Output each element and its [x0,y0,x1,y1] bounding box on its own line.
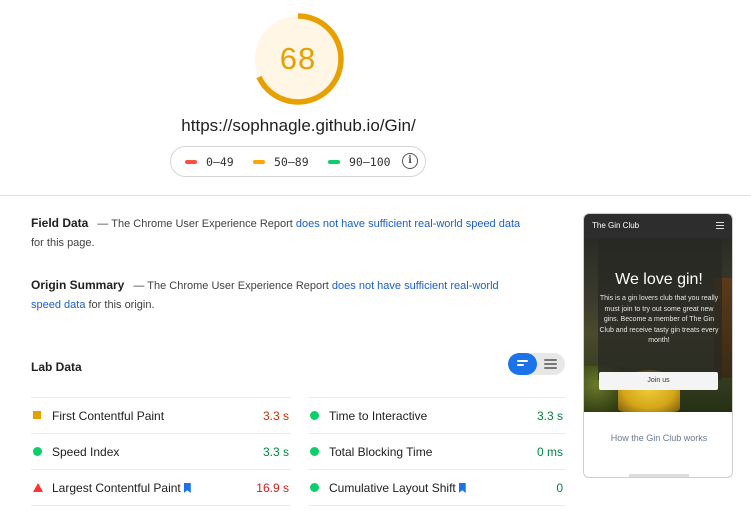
pass-circle-icon [310,447,319,456]
legend-swatch-pass [328,160,340,164]
metric-name: Time to Interactive [329,409,428,423]
metric-first-contentful-paint: First Contentful Paint 3.3 s [31,397,291,433]
expanded-list-icon[interactable] [544,359,557,371]
metric-name: Total Blocking Time [329,445,433,459]
metric-name-wrap: Cumulative Layout Shift [329,481,466,495]
legend-range-pass: 90–100 [349,155,391,169]
metric-cumulative-layout-shift: Cumulative Layout Shift 0 [308,469,565,505]
pass-circle-icon [33,447,42,456]
field-data-link[interactable]: does not have sufficient real-world spee… [296,218,520,230]
field-data-section: Field Data — The Chrome User Experience … [31,214,521,253]
thumbnail-hero-text: This is a gin lovers club that you reall… [599,295,719,344]
lab-data-title: Lab Data [31,360,82,374]
metric-name-wrap: Largest Contentful Paint [52,481,191,495]
origin-summary-suffix: for this origin. [88,299,155,311]
hamburger-menu-icon [716,222,724,231]
thumbnail-navbar: The Gin Club [584,214,732,238]
field-data-title: Field Data [31,216,89,230]
field-data-suffix: for this page. [31,237,95,249]
legend-range-fail: 0–49 [206,155,234,169]
thumbnail-faded-text [629,474,689,477]
metric-row-divider [31,505,291,506]
legend-item-fail: 0–49 [185,155,234,169]
metric-largest-contentful-paint: Largest Contentful Paint 16.9 s [31,469,291,505]
thumbnail-nav-title: The Gin Club [592,221,640,230]
performance-score: 68 [279,41,317,76]
legend-swatch-average [253,160,265,164]
core-web-vital-bookmark-icon [183,483,191,493]
metric-total-blocking-time: Total Blocking Time 0 ms [308,433,565,469]
field-data-prefix: — The Chrome User Experience Report [97,218,293,230]
metrics-view-toggle[interactable] [508,353,565,375]
legend-swatch-fail [185,160,197,164]
metric-value: 16.9 s [256,481,289,495]
thumbnail-join-button: Join us [599,372,718,390]
origin-summary-prefix: — The Chrome User Experience Report [133,280,329,292]
pass-circle-icon [310,483,319,492]
page-url: https://sophnagle.github.io/Gin/ [181,116,416,135]
metric-name: Largest Contentful Paint [52,481,181,495]
metric-speed-index: Speed Index 3.3 s [31,433,291,469]
metric-name: First Contentful Paint [52,409,165,423]
performance-score-gauge: 68 [250,11,346,107]
core-web-vital-bookmark-icon [458,483,466,493]
legend-item-average: 50–89 [253,155,309,169]
thumbnail-subheading: How the Gin Club works [610,433,708,443]
legend-item-pass: 90–100 [328,155,391,169]
origin-summary-section: Origin Summary — The Chrome User Experie… [31,276,521,315]
legend-range-average: 50–89 [274,155,309,169]
compact-list-icon [517,360,528,368]
thumbnail-hero-image: We love gin! This is a gin lovers club t… [584,238,732,412]
metric-row-divider [308,505,565,506]
metric-value: 3.3 s [262,409,289,423]
metric-value: 3.3 s [262,445,289,459]
metric-name: Speed Index [52,445,120,459]
score-legend: 0–49 50–89 90–100 i [170,146,426,177]
fail-triangle-icon [33,483,43,492]
metric-time-to-interactive: Time to Interactive 3.3 s [308,397,565,433]
metric-value: 0 [556,481,563,495]
metric-value: 3.3 s [536,409,563,423]
metric-value: 0 ms [536,445,563,459]
thumbnail-hero-title: We love gin! [615,271,703,288]
origin-summary-title: Origin Summary [31,278,125,292]
compact-view-button[interactable] [508,353,537,375]
info-icon[interactable]: i [402,153,418,169]
pass-circle-icon [310,411,319,420]
header-divider [0,195,751,196]
final-screenshot-thumbnail[interactable]: The Gin Club We love gin! This is a gin … [583,213,733,478]
average-square-icon [33,411,41,419]
metric-name: Cumulative Layout Shift [329,481,456,495]
